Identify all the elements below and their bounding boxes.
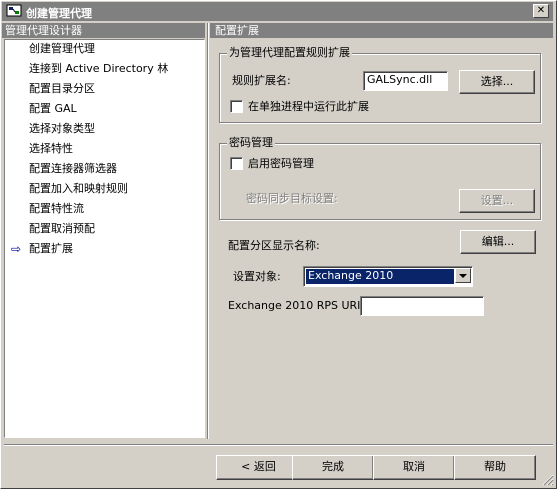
step-create-ma[interactable]: 创建管理代理 [29, 41, 95, 57]
step-object-types[interactable]: 选择对象类型 [29, 121, 95, 137]
help-button[interactable]: 帮助 [454, 455, 536, 480]
close-icon: ✕ [536, 5, 546, 16]
enable-password-checkbox[interactable] [230, 157, 243, 170]
step-deprovisioning[interactable]: 配置取消预配 [29, 221, 95, 237]
close-button[interactable]: ✕ [533, 4, 549, 18]
step-configure-gal[interactable]: 配置 GAL [29, 101, 77, 117]
browse-button[interactable]: 选择... [459, 70, 535, 94]
rules-extension-group-title: 为管理代理配置规则扩展 [227, 46, 352, 59]
designer-step-list: 创建管理代理 连接到 Active Directory 林 配置目录分区 配置 … [4, 39, 205, 438]
pane-splitter[interactable] [207, 23, 209, 439]
step-attributes[interactable]: 选择特性 [29, 141, 73, 157]
back-button[interactable]: < 返回 [216, 455, 301, 480]
step-extensions[interactable]: 配置扩展 [29, 241, 73, 257]
step-connect-forest[interactable]: 连接到 Active Directory 林 [29, 61, 168, 77]
resize-grip-icon[interactable] [542, 474, 554, 486]
separate-process-checkbox[interactable] [230, 100, 243, 113]
step-connector-filter[interactable]: 配置连接器筛选器 [29, 161, 117, 177]
window-title: 创建管理代理 [26, 7, 92, 20]
step-attribute-flow[interactable]: 配置特性流 [29, 201, 84, 217]
extension-name-label: 规则扩展名: [232, 74, 291, 87]
page-title: 配置扩展 [210, 23, 553, 38]
partition-display-label: 配置分区显示名称: [228, 239, 320, 252]
rps-uri-field[interactable] [360, 296, 484, 316]
enable-password-label: 启用密码管理 [248, 157, 314, 170]
finish-button[interactable]: 完成 [292, 455, 374, 480]
extension-name-field[interactable]: GALSync.dll [363, 71, 448, 91]
footer-divider [4, 444, 553, 446]
target-selected-value: Exchange 2010 [306, 269, 454, 284]
edit-button[interactable]: 编辑... [460, 230, 536, 254]
target-label: 设置对象: [233, 270, 281, 283]
password-management-group-title: 密码管理 [227, 136, 275, 149]
separate-process-label: 在单独进程中运行此扩展 [248, 100, 369, 113]
password-settings-button[interactable]: 设置... [459, 189, 535, 213]
rps-uri-label: Exchange 2010 RPS URI: [228, 299, 365, 312]
target-select[interactable]: Exchange 2010 [303, 266, 473, 287]
current-step-arrow-icon: ⇨ [11, 242, 22, 256]
designer-header: 管理代理设计器 [2, 23, 205, 38]
step-join-projection[interactable]: 配置加入和映射规则 [29, 181, 128, 197]
app-icon [6, 4, 22, 17]
cancel-button[interactable]: 取消 [373, 455, 455, 480]
title-bar: 创建管理代理 ✕ [2, 2, 553, 21]
step-directory-partitions[interactable]: 配置目录分区 [29, 81, 95, 97]
password-sync-target-label: 密码同步目标设置: [246, 192, 338, 205]
chevron-down-icon[interactable] [455, 268, 471, 283]
